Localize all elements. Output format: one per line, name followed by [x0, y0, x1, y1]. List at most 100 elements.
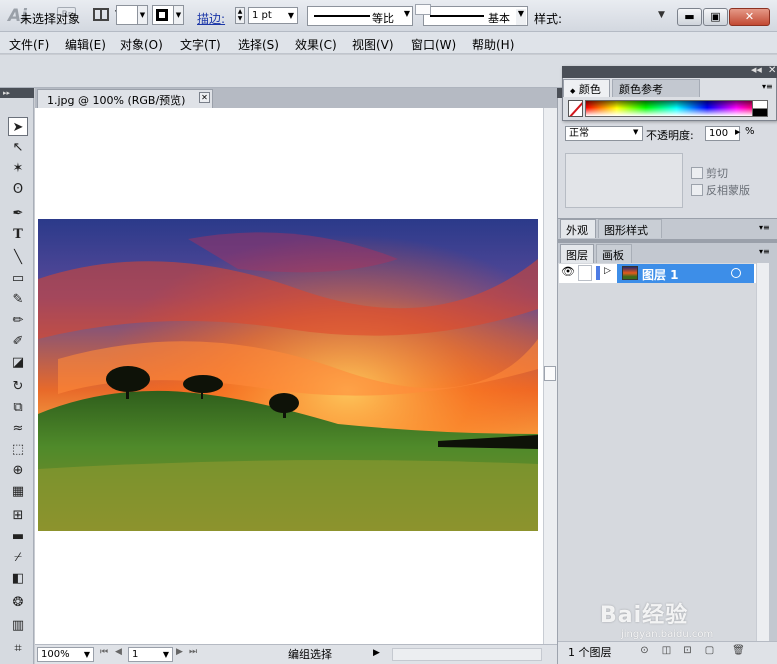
rectangle-tool-icon[interactable]: ▭: [8, 269, 28, 288]
menu-help[interactable]: 帮助(H): [472, 36, 514, 53]
tab-appearance[interactable]: 外观: [560, 219, 596, 238]
pencil-tool-icon[interactable]: ✏: [8, 311, 28, 330]
layer-target-circle-icon[interactable]: [731, 268, 741, 278]
menu-file[interactable]: 文件(F): [9, 36, 49, 53]
visibility-eye-icon[interactable]: 👁: [561, 265, 575, 281]
close-button[interactable]: ✕: [729, 8, 770, 26]
layers-scrollbar[interactable]: [756, 263, 769, 641]
minimize-button[interactable]: ▬: [677, 8, 702, 26]
menu-edit[interactable]: 编辑(E): [65, 36, 106, 53]
create-sublayer-icon[interactable]: ⊡: [681, 645, 694, 657]
document-tab[interactable]: 1.jpg @ 100% (RGB/预览): [37, 89, 213, 108]
stroke-label-link[interactable]: 描边:: [197, 10, 225, 27]
selection-status: 未选择对象: [20, 12, 81, 26]
maximize-button[interactable]: ▣: [703, 8, 728, 26]
brush-definition-dropdown[interactable]: 基本 ▼: [423, 6, 528, 26]
tab-color[interactable]: ◆ 颜色: [563, 79, 610, 97]
transparency-thumbnail: [565, 153, 683, 208]
status-text[interactable]: 编组选择: [235, 646, 385, 663]
color-spectrum-bar[interactable]: [585, 100, 768, 117]
profile-caret: ▼: [403, 9, 410, 18]
tools-panel-header[interactable]: ▸▸: [0, 88, 34, 98]
lock-toggle[interactable]: [578, 265, 592, 281]
canvas-vertical-scroll-thumb[interactable]: [544, 366, 556, 381]
create-new-layer-icon[interactable]: ▢: [703, 645, 716, 657]
menu-type[interactable]: 文字(T): [180, 36, 221, 53]
stroke-weight-field[interactable]: 1 pt ▼: [248, 7, 298, 24]
direct-selection-tool-icon[interactable]: ↖: [8, 138, 28, 157]
menu-effect[interactable]: 效果(C): [295, 36, 337, 53]
stroke-swatch[interactable]: [152, 5, 174, 25]
black-white-swatch[interactable]: [752, 100, 768, 117]
menu-object[interactable]: 对象(O): [120, 36, 163, 53]
previous-artboard-icon[interactable]: ◀: [115, 647, 122, 657]
fill-swatch[interactable]: [116, 5, 138, 25]
selection-tool-icon[interactable]: ➤: [8, 117, 28, 136]
artboard-caret: ▼: [162, 650, 169, 659]
stroke-swatch-icon: [156, 9, 168, 21]
stroke-dropdown-arrow[interactable]: ▼: [173, 5, 184, 25]
clip-checkbox[interactable]: [691, 167, 703, 179]
paintbrush-tool-icon[interactable]: ✎: [8, 290, 28, 309]
color-panel-header[interactable]: [562, 66, 777, 78]
menu-view[interactable]: 视图(V): [352, 36, 394, 53]
magic-wand-tool-icon[interactable]: ✶: [8, 159, 28, 178]
free-transform-tool-icon[interactable]: ⬚: [8, 440, 28, 459]
warp-tool-icon[interactable]: ≈: [8, 419, 28, 438]
color-panel-menu-icon[interactable]: ▾≡: [762, 82, 773, 91]
symbol-sprayer-tool-icon[interactable]: ❂: [8, 593, 28, 612]
rotate-tool-icon[interactable]: ↻: [8, 377, 28, 396]
invert-mask-checkbox[interactable]: [691, 184, 703, 196]
canvas-horizontal-scroll-thumb[interactable]: [415, 4, 431, 15]
column-graph-tool-icon[interactable]: ▥: [8, 616, 28, 635]
expand-layer-triangle-icon[interactable]: ▷: [604, 266, 611, 276]
artboard-number-field[interactable]: 1 ▼: [128, 647, 173, 662]
layer-name[interactable]: 图层 1: [642, 266, 679, 283]
last-artboard-icon[interactable]: ⏭: [189, 647, 197, 657]
canvas-horizontal-scrollbar[interactable]: [392, 648, 542, 661]
placed-image-landscape[interactable]: [38, 219, 538, 531]
workspace-switcher-caret[interactable]: ▼: [658, 10, 665, 20]
artboard-tool-icon[interactable]: ⌗: [8, 639, 28, 658]
first-artboard-icon[interactable]: ⏮: [100, 647, 108, 657]
color-panel-close-icon[interactable]: ✕: [768, 65, 776, 76]
layers-list: [558, 263, 769, 641]
tab-graphic-styles[interactable]: 图形样式: [598, 219, 662, 238]
line-segment-tool-icon[interactable]: ╲: [8, 248, 28, 267]
stroke-weight-spinner[interactable]: ▲ ▼: [235, 7, 245, 24]
appearance-panel-menu-icon[interactable]: ▾≡: [759, 223, 770, 232]
variable-width-profile-dropdown[interactable]: 等比 ▼: [307, 6, 413, 26]
lasso-tool-icon[interactable]: ʘ: [8, 180, 28, 199]
gradient-tool-icon[interactable]: ▬: [8, 527, 28, 546]
zoom-field[interactable]: 100% ▼: [37, 647, 94, 662]
fill-dropdown-arrow[interactable]: ▼: [137, 5, 148, 25]
tab-layers[interactable]: 图层: [560, 244, 594, 263]
close-document-icon[interactable]: ✕: [199, 92, 210, 103]
type-tool-icon[interactable]: T: [8, 225, 28, 244]
make-clipping-mask-icon[interactable]: ◫: [660, 645, 673, 657]
menu-select[interactable]: 选择(S): [238, 36, 279, 53]
tab-color-guide[interactable]: 颜色参考: [612, 79, 700, 97]
pen-tool-icon[interactable]: ✒: [8, 204, 28, 223]
color-panel-collapse-icon[interactable]: ◀◀: [751, 66, 762, 74]
none-color-swatch[interactable]: [568, 100, 583, 117]
layers-panel-menu-icon[interactable]: ▾≡: [759, 247, 770, 256]
eyedropper-tool-icon[interactable]: ⌿: [8, 548, 28, 567]
locate-object-icon[interactable]: ⊙: [638, 645, 651, 657]
shape-builder-tool-icon[interactable]: ⊕: [8, 461, 28, 480]
blend-mode-caret[interactable]: ▼: [633, 128, 638, 136]
menu-window[interactable]: 窗口(W): [411, 36, 456, 53]
status-menu-arrow[interactable]: ▶: [373, 648, 380, 658]
delete-layer-icon[interactable]: 🗑: [732, 645, 745, 657]
eraser-tool-icon[interactable]: ◪: [8, 353, 28, 372]
scale-tool-icon[interactable]: ⧉: [8, 398, 28, 417]
opacity-slider-arrow[interactable]: ▶: [735, 128, 740, 136]
next-artboard-icon[interactable]: ▶: [176, 647, 183, 657]
perspective-grid-tool-icon[interactable]: ▦: [8, 482, 28, 501]
mesh-tool-icon[interactable]: ⊞: [8, 506, 28, 525]
blob-brush-tool-icon[interactable]: ✐: [8, 332, 28, 351]
blend-mode-dropdown[interactable]: 正常: [565, 126, 643, 141]
arrange-documents-icon[interactable]: [93, 8, 109, 21]
blend-tool-icon[interactable]: ◧: [8, 569, 28, 588]
tab-artboards[interactable]: 画板: [596, 244, 632, 263]
